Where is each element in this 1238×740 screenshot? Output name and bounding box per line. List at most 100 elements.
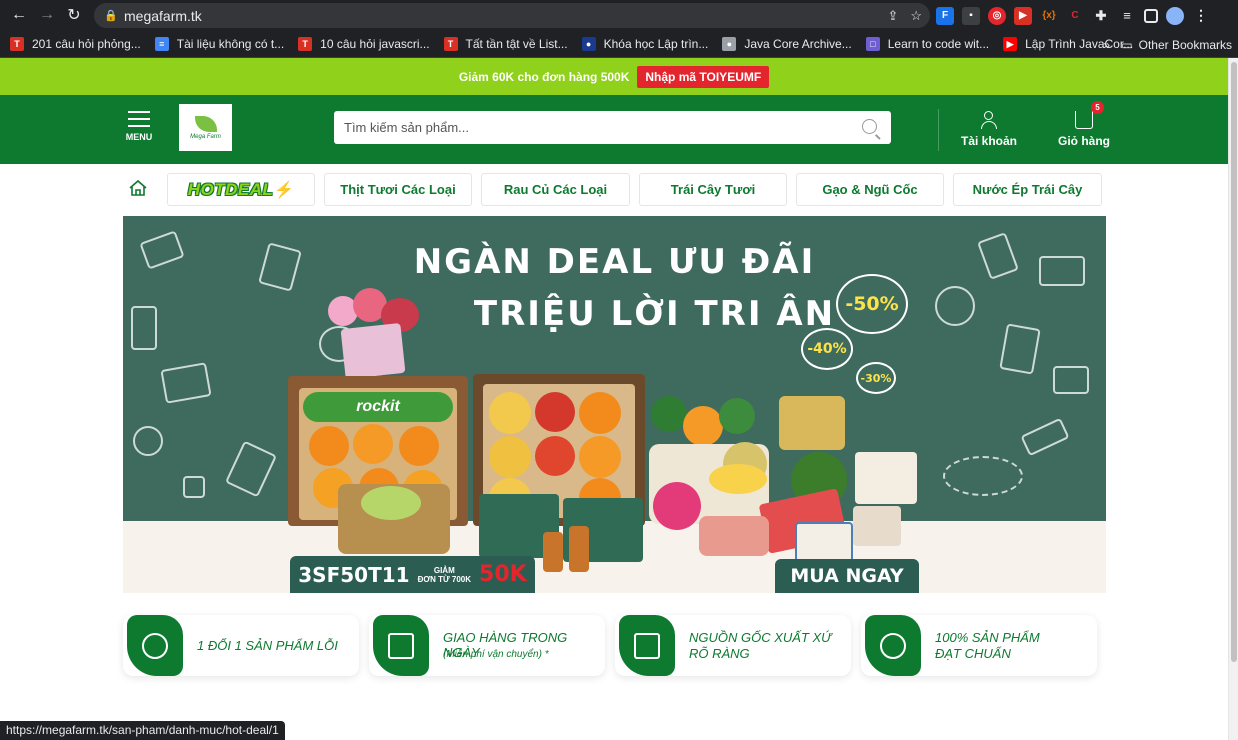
category-nav: HOTDEAL ⚡ Thịt Tươi Các Loại Rau Củ Các … — [0, 164, 1228, 216]
leaf-icon — [194, 115, 217, 132]
feature-delivery: GIAO HÀNG TRONG NGÀY (Miễn phí vận chuyể… — [369, 615, 605, 676]
orange-illustration — [309, 426, 349, 466]
search-bar — [334, 111, 891, 144]
extension-icon[interactable]: C — [1066, 6, 1084, 25]
extension-icon[interactable]: ◎ — [988, 6, 1006, 25]
feature-return: 1 ĐỔI 1 SẢN PHẨM LỖI — [123, 615, 359, 676]
bookmark-label: Learn to code wit... — [887, 37, 990, 51]
more-menu-icon[interactable]: ⋮ — [1192, 6, 1210, 25]
promo-giam-label: GIẢM — [433, 565, 455, 575]
avatar[interactable] — [1166, 6, 1184, 25]
site-logo[interactable]: Mega Farm — [179, 104, 232, 151]
category-item[interactable]: Gạo & Ngũ Cốc — [796, 173, 944, 206]
feature-subtitle: RÕ RÀNG — [689, 646, 750, 661]
promo-bar: Giảm 60K cho đơn hàng 500K Nhập mã TOIYE… — [0, 58, 1228, 95]
promo-condition-label: ĐƠN TỪ 700K — [417, 574, 472, 584]
puzzle-icon[interactable]: ✚ — [1092, 6, 1110, 25]
page-scrollbar[interactable] — [1228, 58, 1238, 740]
bookmark-label: Tất tần tật về List... — [465, 37, 568, 51]
account-label: Tài khoản — [961, 134, 1018, 148]
discount-badge-40: -40% — [801, 328, 853, 370]
doodle-shape — [131, 306, 157, 350]
home-icon[interactable] — [128, 179, 148, 197]
promo-code-button[interactable]: Nhập mã TOIYEUMF — [637, 65, 770, 88]
banner-headline: NGÀN DEAL ƯU ĐÃI — [413, 242, 816, 282]
return-box-icon — [127, 615, 183, 676]
kiwi-box — [779, 396, 845, 450]
product-pack — [853, 506, 901, 546]
site-header: MENU Mega Farm Tài khoản 5 Giỏ hàng — [0, 95, 1228, 164]
bookmark-favicon-icon: ● — [722, 37, 737, 51]
bookmark-favicon-icon: □ — [865, 37, 880, 51]
bookmark-item[interactable]: ● Khóa học Lập trìn... — [581, 37, 709, 51]
bookmark-item[interactable]: T 10 câu hỏi javascri... — [298, 37, 430, 51]
apple-illustration — [535, 392, 575, 432]
share-icon[interactable]: ⇪ — [887, 8, 898, 24]
doodle-shape — [183, 476, 205, 498]
search-icon[interactable] — [862, 119, 877, 134]
account-button[interactable]: Tài khoản — [961, 111, 1017, 148]
hero-banner[interactable]: NGÀN DEAL ƯU ĐÃI TRIỆU LỜI TRI ÂN -50% -… — [123, 216, 1106, 593]
bookmark-label: Khóa học Lập trìn... — [603, 37, 709, 51]
other-bookmarks-button[interactable]: ▭ Other Bookmarks — [1121, 31, 1232, 58]
back-icon[interactable]: ← — [6, 2, 32, 28]
bookmark-item[interactable]: ▶ Lập Trình JavaCor... — [1003, 37, 1133, 51]
extension-icon[interactable]: {x} — [1040, 6, 1058, 25]
promo-code: 3SF50T11 — [298, 562, 410, 587]
bookmark-label: 10 câu hỏi javascri... — [320, 37, 430, 51]
media-icon[interactable]: ≡ — [1118, 6, 1136, 25]
feature-subtitle: ĐẠT CHUẨN — [935, 646, 1011, 661]
extension-icon[interactable]: ▶ — [1014, 6, 1032, 25]
bookmark-item[interactable]: ≡ Tài liệu không có t... — [154, 37, 284, 51]
dragonfruit-illustration — [653, 482, 701, 530]
orange-illustration — [579, 392, 621, 434]
cart-button[interactable]: 5 Giỏ hàng — [1058, 101, 1110, 148]
meat-illustration — [699, 516, 769, 556]
cart-icon: 5 — [1075, 101, 1104, 129]
buy-now-button[interactable]: MUA NGAY — [775, 559, 919, 593]
logo-text: Mega Farm — [190, 133, 221, 140]
bookmark-favicon-icon: T — [10, 37, 24, 51]
category-item[interactable]: Trái Cây Tươi — [639, 173, 787, 206]
bookmark-item[interactable]: T 201 câu hỏi phỏng... — [10, 37, 141, 51]
address-bar[interactable]: 🔒 megafarm.tk ⇪ ☆ — [94, 3, 930, 28]
bookmark-star-icon[interactable]: ☆ — [910, 8, 922, 24]
folder-icon: ▭ — [1121, 37, 1133, 52]
address-url: megafarm.tk — [124, 7, 202, 24]
category-item[interactable]: Rau Củ Các Loại — [481, 173, 630, 206]
cart-badge: 5 — [1091, 101, 1104, 114]
category-item[interactable]: Thịt Tươi Các Loại — [324, 173, 472, 206]
doodle-shape — [943, 456, 1023, 496]
feature-title: 100% SẢN PHẨM — [935, 630, 1040, 645]
bookmark-favicon-icon: T — [443, 37, 458, 51]
delivery-truck-icon — [373, 615, 429, 676]
scroll-thumb[interactable] — [1231, 62, 1237, 662]
reload-icon[interactable]: ↻ — [61, 2, 87, 28]
avocado-illustration — [651, 396, 687, 432]
sidepanel-icon[interactable] — [1144, 8, 1158, 23]
forward-icon[interactable]: → — [34, 2, 60, 28]
bookmark-label: Java Core Archive... — [744, 37, 852, 51]
menu-button[interactable]: MENU — [124, 111, 154, 142]
lock-icon: 🔒 — [104, 10, 118, 22]
bookmarks-overflow-button[interactable]: » — [1103, 31, 1110, 58]
category-item[interactable]: Nước Ép Trái Cây — [953, 173, 1102, 206]
doodle-shape — [224, 440, 278, 498]
pear-illustration — [489, 436, 531, 478]
extension-icon[interactable]: ▪ — [962, 6, 980, 25]
search-input[interactable] — [344, 120, 844, 135]
hamburger-icon — [124, 111, 154, 127]
bookmark-item[interactable]: ● Java Core Archive... — [722, 37, 852, 51]
bookmark-item[interactable]: T Tất tần tật về List... — [443, 37, 568, 51]
orange-illustration — [353, 424, 393, 464]
extension-icon[interactable]: F — [936, 6, 954, 25]
feature-origin: NGUỒN GỐC XUẤT XỨ RÕ RÀNG — [615, 615, 851, 676]
bookmark-item[interactable]: □ Learn to code wit... — [865, 37, 990, 51]
cart-label: Giỏ hàng — [1058, 134, 1110, 148]
promo-text: Giảm 60K cho đơn hàng 500K — [458, 69, 630, 84]
feature-title: 1 ĐỔI 1 SẢN PHẨM LỖI — [197, 638, 338, 653]
category-hotdeal[interactable]: HOTDEAL ⚡ — [167, 173, 315, 206]
doodle-shape — [1053, 366, 1089, 394]
orange-illustration — [399, 426, 439, 466]
bouquet-wrap — [340, 323, 406, 379]
